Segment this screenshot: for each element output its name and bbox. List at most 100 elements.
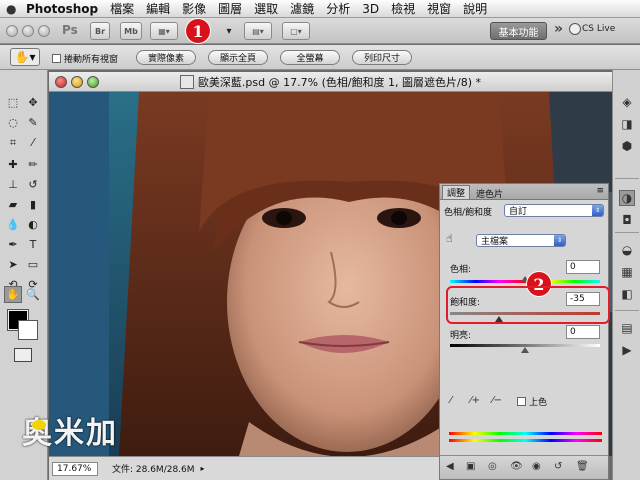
tab-masks[interactable]: 遮色片 <box>472 186 507 200</box>
input-color-spectrum <box>449 432 602 435</box>
visibility-icon[interactable]: 👁 <box>510 461 523 472</box>
expand-arrows-icon[interactable]: » <box>554 21 563 37</box>
zoom-field[interactable]: 17.67% <box>52 461 98 476</box>
history-brush-tool-icon[interactable]: ↺ <box>24 176 42 193</box>
info-arrow-icon[interactable]: ▸ <box>201 464 205 473</box>
channels-panel-icon[interactable]: ◨ <box>619 116 635 132</box>
panel-dock: ◈ ◨ ⬢ ◑ ◘ ◒ ▦ ◧ ▤ ▶ <box>612 70 640 480</box>
workspace-button[interactable]: 基本功能 <box>490 22 547 40</box>
layers-panel-icon[interactable]: ◈ <box>619 94 635 110</box>
gradient-tool-icon[interactable]: ▮ <box>24 196 42 213</box>
styles-panel-icon[interactable]: ◧ <box>619 286 635 302</box>
masks-panel-icon[interactable]: ◘ <box>619 212 635 228</box>
ps-logo: Ps <box>62 23 78 37</box>
output-color-spectrum <box>449 439 602 442</box>
background-color-swatch[interactable] <box>18 320 38 340</box>
type-tool-icon[interactable]: T <box>24 236 42 253</box>
colorize-checkbox[interactable]: 上色 <box>517 395 547 408</box>
quick-mask-button[interactable] <box>14 348 32 362</box>
fill-screen-button[interactable]: 全螢幕 <box>280 50 340 65</box>
history-panel-icon[interactable]: ▤ <box>619 320 635 336</box>
apple-icon[interactable]: ● <box>6 2 20 16</box>
doc-close-icon[interactable] <box>55 76 67 88</box>
tab-adjustments[interactable]: 調整 <box>442 185 471 199</box>
menu-file[interactable]: 檔案 <box>104 0 140 18</box>
hue-field[interactable]: 0 <box>566 260 600 274</box>
quick-selection-tool-icon[interactable]: ✎ <box>24 114 42 131</box>
dock-separator <box>615 232 639 233</box>
actual-pixels-button[interactable]: 實際像素 <box>136 50 196 65</box>
menu-analysis[interactable]: 分析 <box>320 0 356 18</box>
zoom-light-icon[interactable] <box>38 25 50 37</box>
paths-panel-icon[interactable]: ⬢ <box>619 138 635 154</box>
hue-label: 色相: <box>450 265 472 275</box>
minibridge-button[interactable]: Mb <box>120 22 142 40</box>
adjustments-panel-icon[interactable]: ◑ <box>619 190 635 206</box>
close-light-icon[interactable] <box>6 25 18 37</box>
path-selection-tool-icon[interactable]: ➤ <box>4 256 22 273</box>
arrange-documents-button[interactable]: ▤▾ <box>244 22 272 40</box>
doc-minimize-icon[interactable] <box>71 76 83 88</box>
eyedropper-add-icon[interactable]: ⁄+ <box>470 395 480 406</box>
pen-tool-icon[interactable]: ✒ <box>4 236 22 253</box>
move-tool-icon[interactable]: ✥ <box>24 94 42 111</box>
eraser-tool-icon[interactable]: ▰ <box>4 196 22 213</box>
scroll-all-windows-checkbox[interactable]: 捲動所有視窗 <box>52 52 118 65</box>
clone-stamp-tool-icon[interactable]: ⊥ <box>4 176 22 193</box>
actions-panel-icon[interactable]: ▶ <box>619 342 635 358</box>
hand-tool-icon[interactable]: ✋ <box>4 286 22 303</box>
doc-zoom-icon[interactable] <box>87 76 99 88</box>
eyedropper-tool-icon[interactable]: ⁄ <box>24 134 42 151</box>
marquee-tool-icon[interactable]: ⬚ <box>4 94 22 111</box>
clip-layer-icon[interactable]: ◎ <box>488 461 497 472</box>
menu-filter[interactable]: 濾鏡 <box>284 0 320 18</box>
lasso-tool-icon[interactable]: ◌ <box>4 114 22 131</box>
channel-select[interactable]: 主檔案 ⇕ <box>476 234 566 247</box>
zoom-tool-icon[interactable]: 🔍 <box>24 286 42 303</box>
checkbox-box[interactable] <box>52 54 61 63</box>
screen-mode-button[interactable]: ▢▾ <box>282 22 310 40</box>
eyedropper-subtract-icon[interactable]: ⁄− <box>492 395 502 406</box>
back-icon[interactable]: ◀ <box>446 461 454 472</box>
menu-image[interactable]: 影像 <box>176 0 212 18</box>
view-previous-icon[interactable]: ◉ <box>532 461 541 472</box>
preset-select[interactable]: 自訂 ⇕ <box>504 204 604 217</box>
colorize-checkbox-box[interactable] <box>517 397 526 406</box>
targeted-adjustment-icon[interactable]: ☝ <box>446 232 453 245</box>
menu-window[interactable]: 視窗 <box>421 0 457 18</box>
lightness-slider-thumb[interactable] <box>521 347 529 353</box>
healing-brush-tool-icon[interactable]: ✚ <box>4 156 22 173</box>
brush-tool-icon[interactable]: ✏ <box>24 156 42 173</box>
swatches-panel-icon[interactable]: ▦ <box>619 264 635 280</box>
menu-app-name[interactable]: Photoshop <box>24 0 104 18</box>
view-extras-button[interactable]: ▦▾ <box>150 22 178 40</box>
crop-tool-icon[interactable]: ⌗ <box>4 134 22 151</box>
panel-menu-icon[interactable]: ≡ <box>596 186 604 196</box>
menu-help[interactable]: 說明 <box>457 0 493 18</box>
fit-screen-button[interactable]: 顯示全頁 <box>208 50 268 65</box>
menu-bar: ● Photoshop 檔案 編輯 影像 圖層 選取 濾鏡 分析 3D 檢視 視… <box>0 0 640 18</box>
menu-layer[interactable]: 圖層 <box>212 0 248 18</box>
menu-view[interactable]: 檢視 <box>385 0 421 18</box>
dodge-tool-icon[interactable]: ◐ <box>24 216 42 233</box>
bridge-button[interactable]: Br <box>90 22 110 40</box>
blur-tool-icon[interactable]: 💧 <box>4 216 22 233</box>
menu-select[interactable]: 選取 <box>248 0 284 18</box>
shape-tool-icon[interactable]: ▭ <box>24 256 42 273</box>
menu-3d[interactable]: 3D <box>356 0 385 18</box>
print-size-button[interactable]: 列印尺寸 <box>352 50 412 65</box>
cslive-icon <box>569 23 581 35</box>
zoom-level-dropdown[interactable]: ▾ <box>220 22 238 40</box>
hand-tool-preset-picker[interactable]: ✋▾ <box>10 48 40 66</box>
eyedropper-icon[interactable]: ⁄ <box>450 395 452 406</box>
minimize-light-icon[interactable] <box>22 25 34 37</box>
menu-edit[interactable]: 編輯 <box>140 0 176 18</box>
cslive-label[interactable]: CS Live <box>582 24 615 34</box>
document-size-info[interactable]: 文件: 28.6M/28.6M <box>112 462 195 475</box>
lightness-field[interactable]: 0 <box>566 325 600 339</box>
application-bar: Ps Br Mb ▦▾ 1 ▾ ▤▾ ▢▾ 基本功能 » CS Live <box>0 18 640 44</box>
delete-adjustment-icon[interactable]: 🗑 <box>576 461 589 472</box>
expanded-view-icon[interactable]: ▣ <box>466 461 475 472</box>
reset-icon[interactable]: ↺ <box>554 461 562 472</box>
color-panel-icon[interactable]: ◒ <box>619 242 635 258</box>
